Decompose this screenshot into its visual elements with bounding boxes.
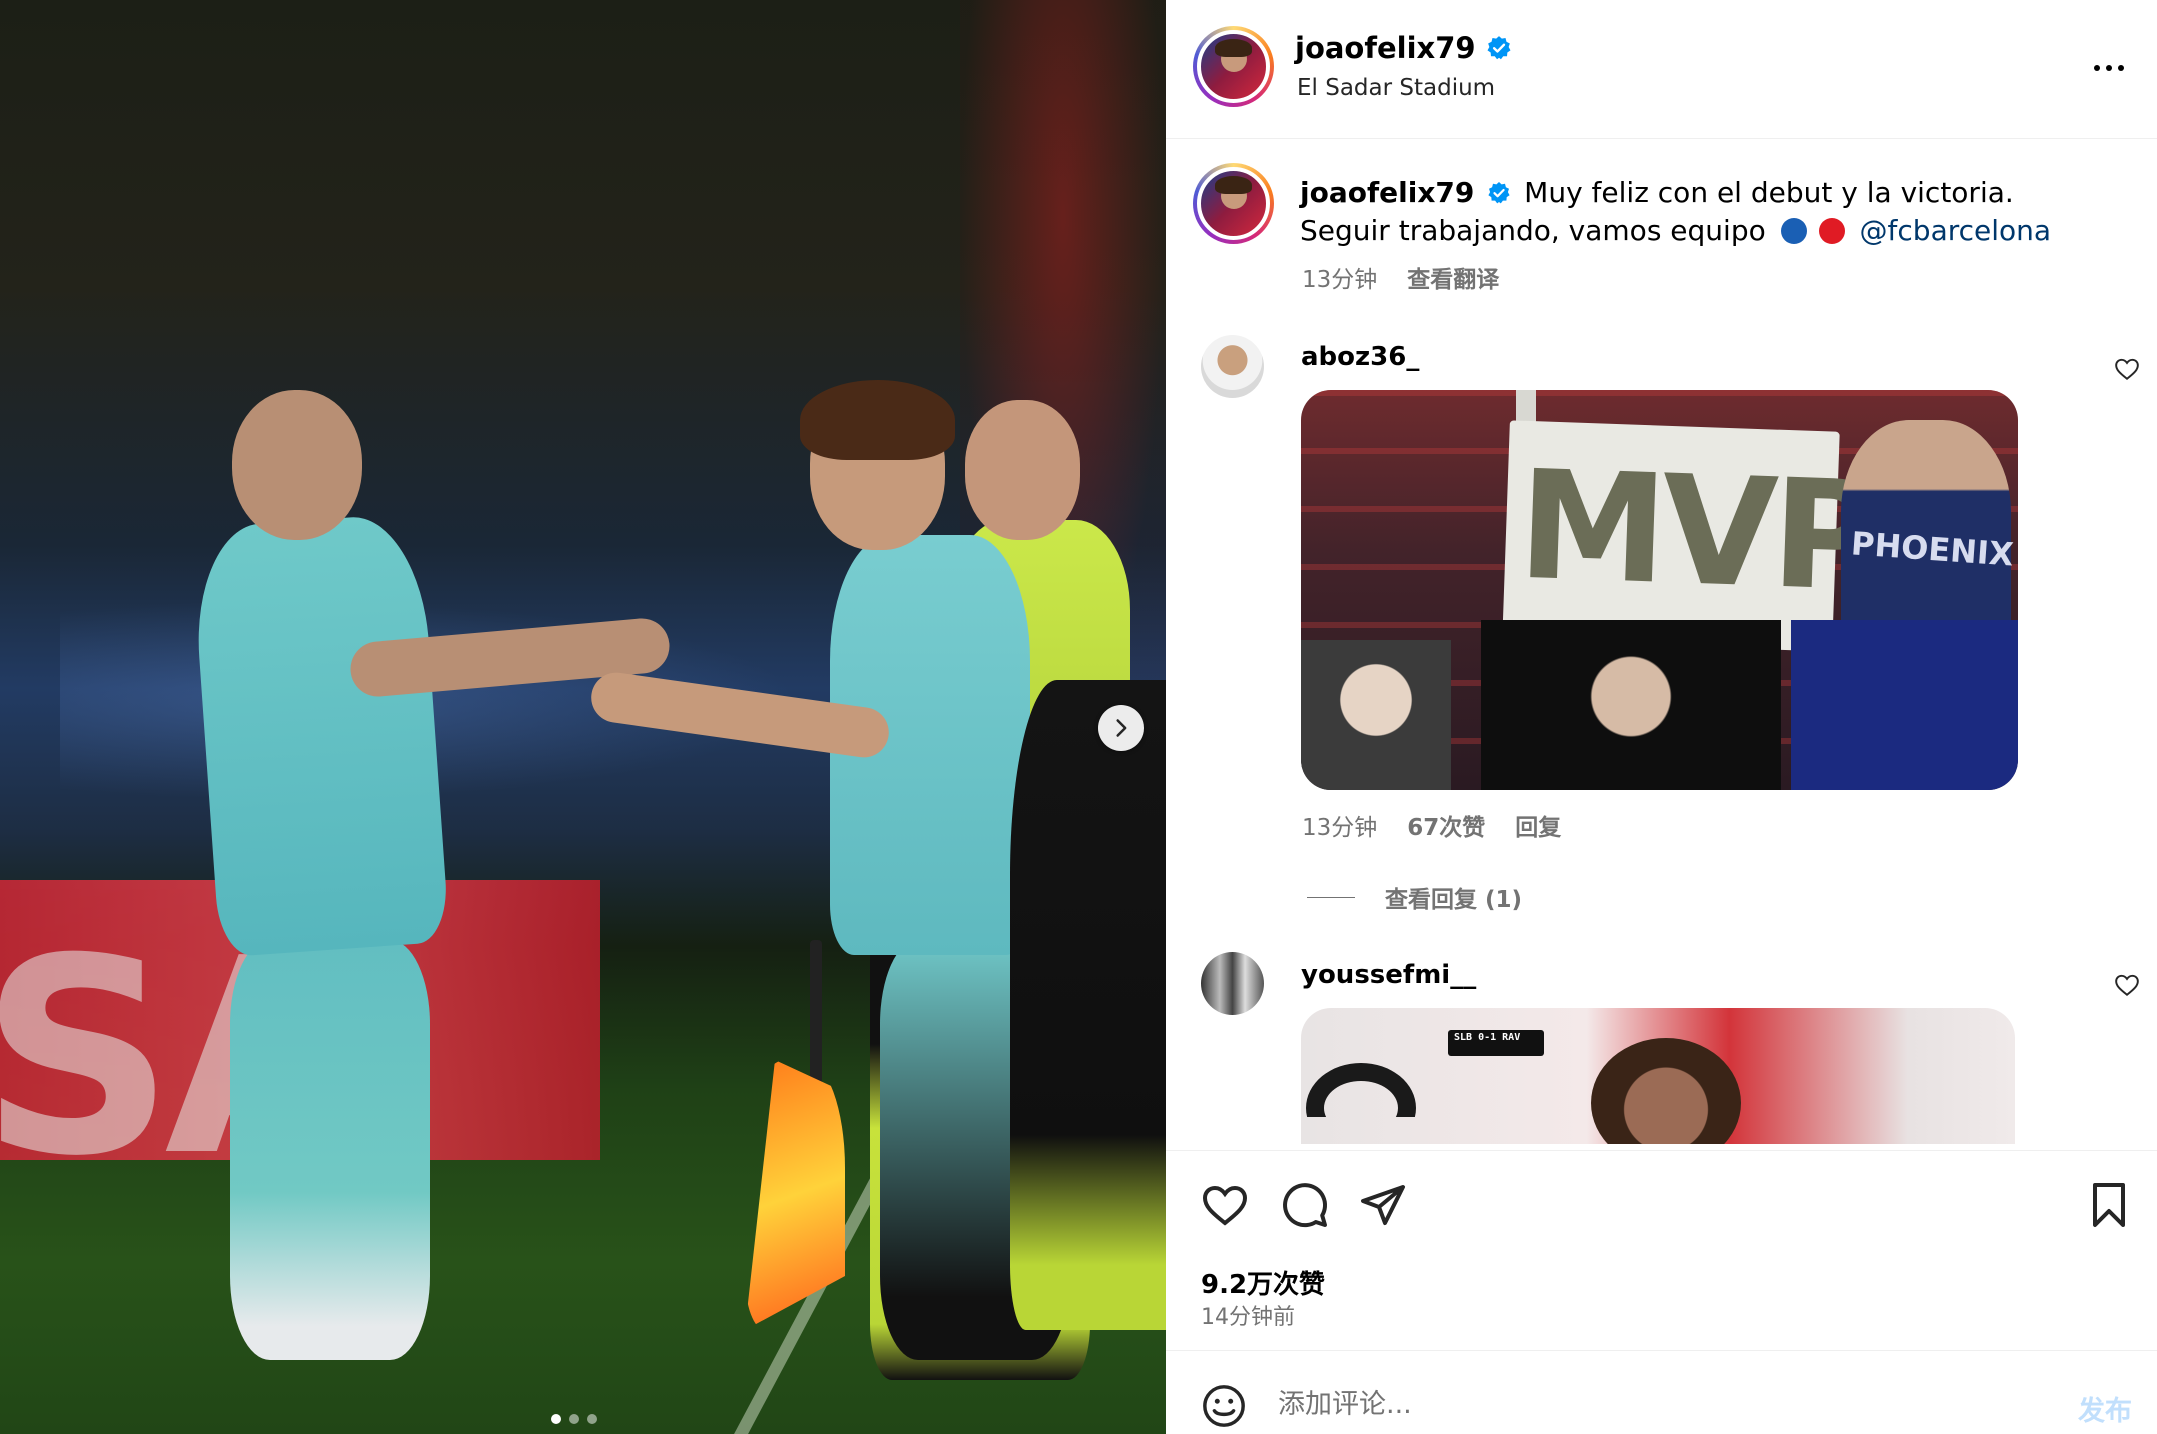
photo-linesman-flag (745, 1060, 845, 1330)
post-comment-button[interactable]: 发布 (2078, 1389, 2132, 1428)
post-actions: 9.2万次赞 14分钟前 (1166, 1150, 2157, 1350)
photo-referee-head (965, 400, 1080, 540)
emoji-smile-icon[interactable] (1201, 1383, 1247, 1429)
caption-author-avatar[interactable] (1193, 163, 1274, 244)
comment-like-heart-icon[interactable] (2114, 972, 2140, 998)
post-timestamp: 14分钟前 (1201, 1305, 1295, 1330)
blue-circle-emoji-icon (1780, 218, 1807, 244)
post-photo[interactable]: SA (0, 0, 1166, 1434)
carousel-dot-3 (587, 1414, 597, 1424)
verified-badge-icon (1488, 182, 1510, 204)
gif-player-head (1591, 1038, 1741, 1144)
photo-player1-body (190, 512, 450, 958)
photo-official-body (1010, 680, 1166, 1330)
red-circle-emoji-icon (1818, 218, 1845, 244)
comment-avatar[interactable] (1201, 335, 1264, 398)
carousel-dots (551, 1414, 597, 1424)
author-username-row: joaofelix79 (1295, 31, 1512, 65)
instagram-post-modal: SA joaofelix79 El Sadar Stadium joaofeli… (0, 0, 2157, 1434)
chevron-right-icon (1116, 719, 1127, 737)
comment-like-count[interactable]: 67次赞 (1407, 808, 1485, 842)
comment-time: 13分钟 (1302, 815, 1378, 841)
comment-avatar[interactable] (1201, 952, 1264, 1015)
verified-badge-icon (1487, 36, 1511, 60)
like-heart-icon[interactable] (1201, 1181, 1249, 1229)
more-dot-icon (2094, 65, 2100, 71)
author-avatar[interactable] (1193, 26, 1274, 107)
photo-player1-legs (230, 940, 430, 1360)
caption-meta: 13分钟 查看翻译 (1302, 260, 1499, 294)
comment-gif-mvp[interactable]: MVP PHOENIX (1301, 390, 2018, 790)
comment-meta: 13分钟 67次赞 回复 (1302, 808, 1561, 842)
gif-scoreboard: SLB 0-1 RAV (1448, 1030, 1544, 1056)
caption-line-2: Seguir trabajando, vamos equipo (1300, 214, 1766, 247)
share-paper-plane-icon[interactable] (1359, 1181, 1407, 1229)
caption-line-1: Muy feliz con el debut y la victoria. (1524, 176, 2014, 209)
comment-reply-button[interactable]: 回复 (1515, 808, 1561, 842)
post-location[interactable]: El Sadar Stadium (1297, 75, 1495, 101)
author-username[interactable]: joaofelix79 (1295, 31, 1476, 65)
see-translation-button[interactable]: 查看翻译 (1407, 260, 1499, 294)
comment-username[interactable]: youssefmi__ (1301, 960, 1476, 990)
gif-fan-masked (1481, 620, 1781, 790)
comment-like-heart-icon[interactable] (2114, 356, 2140, 382)
comment-gif-match[interactable]: SLB 0-1 RAV (1301, 1008, 2015, 1144)
more-dot-icon (2106, 65, 2112, 71)
comment-username[interactable]: aboz36_ (1301, 342, 1419, 372)
gif-graffiti (1306, 1063, 1416, 1117)
post-header: joaofelix79 El Sadar Stadium (1166, 0, 2157, 139)
comment-composer: 发布 (1166, 1350, 2157, 1434)
more-dot-icon (2118, 65, 2124, 71)
post-like-count[interactable]: 9.2万次赞 (1201, 1264, 1325, 1301)
caption-mention-link[interactable]: @fcbarcelona (1860, 214, 2052, 247)
view-replies-label: 查看回复 (1) (1385, 887, 1523, 913)
caption-username[interactable]: joaofelix79 (1300, 176, 1474, 209)
gif-seats (1791, 620, 2018, 790)
view-replies-button[interactable]: 查看回复 (1) (1307, 880, 1522, 914)
gif-shirt-text: PHOENIX (1849, 524, 2015, 574)
carousel-next-button[interactable] (1098, 705, 1144, 751)
save-bookmark-icon[interactable] (2085, 1181, 2133, 1229)
post-side-panel: joaofelix79 El Sadar Stadium joaofelix79 (1166, 0, 2157, 1434)
comment-input[interactable] (1278, 1379, 1978, 1429)
photo-player2-hair (800, 380, 955, 460)
carousel-dot-2 (569, 1414, 579, 1424)
gif-fan-kid: PHOENIX (1841, 420, 2015, 650)
replies-divider (1307, 896, 1355, 898)
gif-fan-elder (1301, 640, 1451, 790)
more-options-button[interactable] (2094, 58, 2134, 78)
gif-sign: MVP (1502, 420, 1878, 652)
comment-bubble-icon[interactable] (1281, 1181, 1329, 1229)
post-caption: joaofelix79 Muy feliz con el debut y la … (1300, 174, 2120, 250)
caption-time: 13分钟 (1302, 267, 1378, 293)
photo-player1-head (232, 390, 362, 540)
carousel-dot-1 (551, 1414, 561, 1424)
gif-sign-text: MVP (1515, 438, 1879, 626)
